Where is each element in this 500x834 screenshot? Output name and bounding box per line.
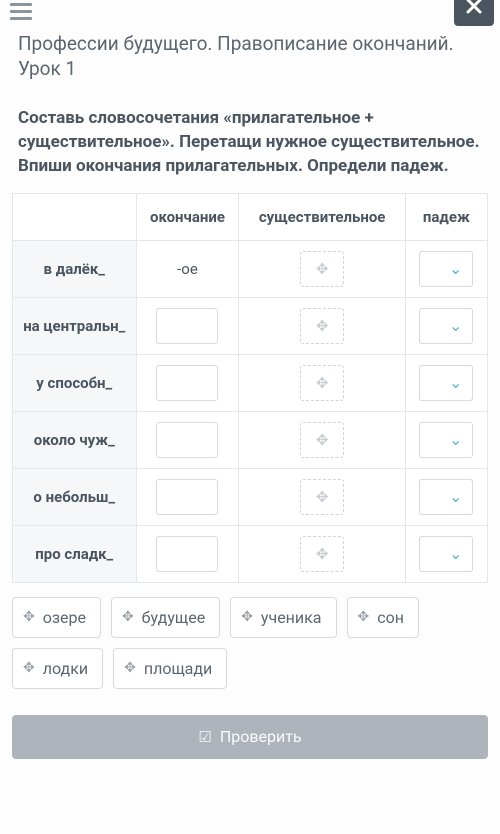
noun-drop-cell: ✥: [239, 468, 405, 525]
menu-button[interactable]: [6, 0, 34, 22]
case-select[interactable]: ⌄: [419, 308, 473, 344]
move-icon: ✥: [316, 260, 329, 278]
table-row: на центральн_ ✥ ⌄: [13, 297, 488, 354]
case-select[interactable]: ⌄: [419, 479, 473, 515]
word-chip[interactable]: ✥ сон: [347, 597, 419, 638]
noun-drop-target[interactable]: ✥: [300, 365, 344, 401]
move-icon: ✥: [358, 609, 370, 625]
col-header-ending: окончание: [136, 193, 239, 240]
case-cell: ⌄: [405, 240, 487, 297]
noun-drop-cell: ✥: [239, 411, 405, 468]
move-icon: ✥: [316, 374, 329, 392]
word-bank: ✥ озере ✥ будущее ✥ ученика ✥ сон ✥ лодки ✥ площади: [0, 583, 500, 695]
chevron-down-icon: ⌄: [449, 316, 462, 335]
move-icon: ✥: [241, 609, 253, 625]
noun-drop-cell: ✥: [239, 354, 405, 411]
noun-drop-target[interactable]: ✥: [300, 422, 344, 458]
move-icon: ✥: [316, 488, 329, 506]
case-cell: ⌄: [405, 468, 487, 525]
ending-text: -ое: [177, 260, 198, 278]
case-select[interactable]: ⌄: [419, 365, 473, 401]
noun-drop-target[interactable]: ✥: [300, 308, 344, 344]
noun-drop-cell: ✥: [239, 525, 405, 582]
word-chip-label: сон: [377, 608, 404, 627]
ending-cell: [136, 411, 239, 468]
case-cell: ⌄: [405, 297, 487, 354]
noun-drop-cell: ✥: [239, 297, 405, 354]
word-chip-label: ученика: [261, 608, 322, 627]
close-icon: [465, 0, 483, 15]
ending-cell: [136, 525, 239, 582]
ending-input[interactable]: [156, 536, 218, 572]
case-select[interactable]: ⌄: [419, 422, 473, 458]
exercise-table: окончание существительное падеж в далёк_…: [12, 193, 488, 583]
ending-cell: [136, 468, 239, 525]
col-header-empty: [13, 193, 137, 240]
chevron-down-icon: ⌄: [449, 487, 462, 506]
noun-drop-target[interactable]: ✥: [300, 536, 344, 572]
chevron-down-icon: ⌄: [449, 259, 462, 278]
move-icon: ✥: [124, 660, 136, 676]
word-chip-label: озере: [43, 608, 86, 627]
row-label: у способн_: [13, 354, 137, 411]
case-select[interactable]: ⌄: [419, 251, 473, 287]
noun-drop-cell: ✥: [239, 240, 405, 297]
row-label: на центральн_: [13, 297, 137, 354]
table-row: про сладк_ ✥ ⌄: [13, 525, 488, 582]
move-icon: ✥: [316, 545, 329, 563]
ending-input[interactable]: [156, 365, 218, 401]
row-label: про сладк_: [13, 525, 137, 582]
row-label: о небольш_: [13, 468, 137, 525]
move-icon: ✥: [23, 660, 35, 676]
move-icon: ✥: [316, 431, 329, 449]
word-chip-label: лодки: [43, 659, 88, 678]
word-chip[interactable]: ✥ озере: [12, 597, 101, 638]
chevron-down-icon: ⌄: [449, 430, 462, 449]
move-icon: ✥: [122, 609, 134, 625]
case-cell: ⌄: [405, 525, 487, 582]
table-row: около чуж_ ✥ ⌄: [13, 411, 488, 468]
case-cell: ⌄: [405, 354, 487, 411]
row-label: около чуж_: [13, 411, 137, 468]
word-chip[interactable]: ✥ будущее: [111, 597, 220, 638]
close-button[interactable]: [454, 0, 494, 26]
row-label: в далёк_: [13, 240, 137, 297]
ending-cell: -ое: [136, 240, 239, 297]
table-row: у способн_ ✥ ⌄: [13, 354, 488, 411]
word-chip-label: будущее: [142, 608, 206, 627]
move-icon: ✥: [316, 317, 329, 335]
col-header-noun: существительное: [239, 193, 405, 240]
col-header-case: падеж: [405, 193, 487, 240]
word-chip[interactable]: ✥ площади: [113, 648, 227, 689]
ending-input[interactable]: [156, 422, 218, 458]
page-title: Профессии будущего. Правописание окончан…: [0, 28, 500, 89]
noun-drop-target[interactable]: ✥: [300, 479, 344, 515]
chevron-down-icon: ⌄: [449, 544, 462, 563]
check-icon: ☑: [198, 728, 211, 746]
ending-cell: [136, 297, 239, 354]
case-select[interactable]: ⌄: [419, 536, 473, 572]
move-icon: ✥: [23, 609, 35, 625]
ending-input[interactable]: [156, 308, 218, 344]
table-row: в далёк_ -ое ✥ ⌄: [13, 240, 488, 297]
word-chip[interactable]: ✥ ученика: [230, 597, 336, 638]
submit-button[interactable]: ☑ Проверить: [12, 715, 488, 759]
word-chip[interactable]: ✥ лодки: [12, 648, 103, 689]
ending-cell: [136, 354, 239, 411]
task-instruction: Составь словосочетания «прилагательное +…: [0, 89, 500, 192]
word-chip-label: площади: [144, 659, 212, 678]
chevron-down-icon: ⌄: [449, 373, 462, 392]
noun-drop-target[interactable]: ✥: [300, 251, 344, 287]
case-cell: ⌄: [405, 411, 487, 468]
submit-label: Проверить: [220, 727, 302, 746]
ending-input[interactable]: [156, 479, 218, 515]
table-row: о небольш_ ✥ ⌄: [13, 468, 488, 525]
